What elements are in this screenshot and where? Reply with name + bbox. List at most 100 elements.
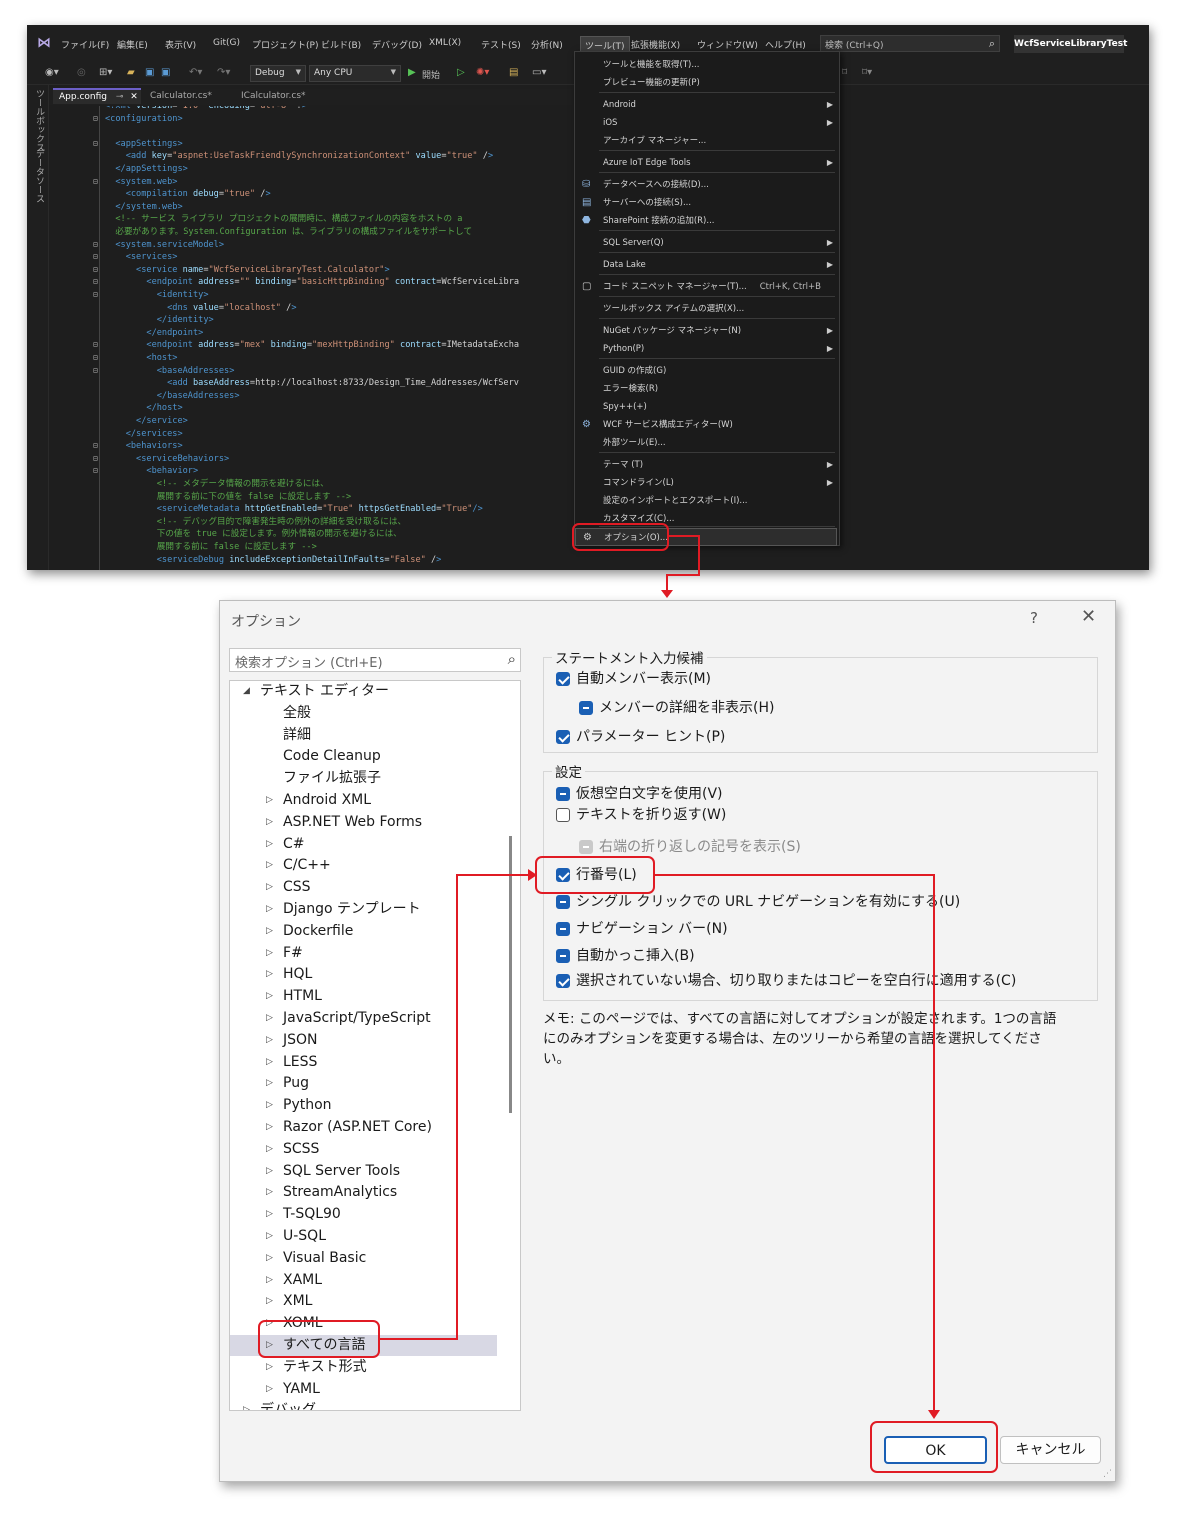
expand-triangle-icon[interactable]: ▷ (266, 1073, 273, 1094)
tools-menu-item[interactable]: コマンドライン(L) ▶ (575, 474, 839, 492)
hot-reload-icon[interactable]: ✺▾ (476, 67, 489, 78)
help-icon[interactable]: ? (1030, 609, 1038, 627)
tree-item-language[interactable]: ▷ XML (266, 1291, 312, 1312)
expand-triangle-icon[interactable]: ▷ (243, 1400, 250, 1410)
checkbox-indeterminate[interactable] (556, 895, 570, 909)
browser-link-icon[interactable]: ▤ (509, 67, 518, 78)
new-item-icon[interactable]: ⊞▾ (99, 67, 112, 78)
fold-toggle-icon[interactable]: ⊟ (93, 276, 98, 289)
tools-menu-item[interactable]: ▢ コード スニペット マネージャー(T)... Ctrl+K, Ctrl+B (575, 278, 839, 296)
cancel-button[interactable]: キャンセル (1000, 1436, 1101, 1464)
tools-menu-item[interactable]: アーカイブ マネージャー... (575, 132, 839, 150)
fold-toggle-icon[interactable]: ⊟ (93, 289, 98, 302)
menu-item[interactable]: 編集(E) (117, 38, 148, 51)
solution-config-select[interactable]: Debug ▼ (250, 65, 306, 82)
tree-item-language[interactable]: ▷ JSON (266, 1030, 318, 1051)
tools-menu-item[interactable]: GUID の作成(G) (575, 362, 839, 380)
tree-item-language[interactable]: ▷ SCSS (266, 1139, 319, 1160)
checkbox-indeterminate[interactable] (556, 949, 570, 963)
fold-toggle-icon[interactable]: ⊟ (93, 339, 98, 352)
fold-toggle-icon[interactable]: ⊟ (93, 239, 98, 252)
tools-menu-item[interactable]: Azure IoT Edge Tools ▶ (575, 154, 839, 172)
expand-triangle-icon[interactable]: ▷ (266, 1248, 273, 1269)
tree-item[interactable]: Code Cleanup (283, 746, 381, 767)
tree-item-language[interactable]: ▷ Python (266, 1095, 332, 1116)
expand-triangle-icon[interactable]: ▷ (266, 812, 273, 833)
option-checkbox[interactable]: 選択されていない場合、切り取りまたはコピーを空白行に適用する(C) (556, 971, 1016, 991)
tree-item-language[interactable]: ▷ Visual Basic (266, 1248, 366, 1269)
tree-item-language[interactable]: ▷ Dockerfile (266, 921, 353, 942)
save-all-icon[interactable]: ▣ (161, 67, 170, 78)
menu-item[interactable]: 分析(N) (531, 38, 563, 51)
start-button[interactable]: 開始 (422, 68, 440, 81)
menu-item[interactable]: 表示(V) (165, 38, 196, 51)
expand-triangle-icon[interactable]: ▷ (266, 1117, 273, 1138)
fold-toggle-icon[interactable]: ⊟ (93, 251, 98, 264)
undo-icon[interactable]: ↶▾ (189, 67, 202, 78)
checkbox-on[interactable] (556, 672, 570, 686)
tree-item-language[interactable]: ▷ HTML (266, 986, 322, 1007)
back-icon[interactable]: ◉▾ (45, 67, 59, 78)
expand-triangle-icon[interactable]: ▷ (266, 1204, 273, 1225)
tree-item-language[interactable]: ▷ CSS (266, 877, 311, 898)
pin-icon[interactable]: ⊸ (116, 92, 124, 102)
tree-item-text-editor[interactable]: ◢ テキスト エディター (243, 681, 389, 702)
tools-menu-item[interactable]: SQL Server(Q) ▶ (575, 234, 839, 252)
expanded-triangle-icon[interactable]: ◢ (243, 681, 250, 702)
start-without-debug-icon[interactable]: ▷ (457, 67, 465, 78)
tree-item-debug[interactable]: ▷ デバッグ (243, 1400, 316, 1410)
expand-triangle-icon[interactable]: ▷ (266, 1052, 273, 1073)
side-tab-toolbox[interactable]: ツールボックス (33, 89, 46, 152)
tree-item-language[interactable]: ▷ F# (266, 943, 303, 964)
code-editor[interactable]: <?xml version="1.0" encoding="utf-8" ?> ⊟… (49, 106, 579, 570)
tree-item-language[interactable]: ▷ U-SQL (266, 1226, 326, 1247)
expand-triangle-icon[interactable]: ▷ (266, 943, 273, 964)
option-checkbox[interactable]: パラメーター ヒント(P) (556, 727, 725, 747)
bookmark-next-icon[interactable]: ⌑▾ (862, 67, 872, 78)
tree-item-language[interactable]: ▷ SQL Server Tools (266, 1161, 400, 1182)
menu-item[interactable]: プロジェクト(P) (252, 38, 318, 51)
fold-toggle-icon[interactable]: ⊟ (93, 352, 98, 365)
tree-item-language[interactable]: ▷ Android XML (266, 790, 371, 811)
tree-item-language[interactable]: ▷ C/C++ (266, 855, 331, 876)
tools-menu-item[interactable]: ツールボックス アイテムの選択(X)... (575, 300, 839, 318)
expand-triangle-icon[interactable]: ▷ (266, 1139, 273, 1160)
side-tab-datasource[interactable]: データソース (33, 149, 46, 203)
expand-triangle-icon[interactable]: ▷ (266, 877, 273, 898)
menu-item[interactable]: Git(G) (213, 38, 240, 48)
tools-menu-item[interactable]: 外部ツール(E)... (575, 434, 839, 452)
checkbox-indeterminate[interactable] (556, 787, 570, 801)
expand-triangle-icon[interactable]: ▷ (266, 855, 273, 876)
tools-menu-item[interactable]: ⛁ データベースへの接続(D)... (575, 176, 839, 194)
tree-item[interactable]: 詳細 (283, 725, 311, 746)
option-checkbox[interactable]: シングル クリックでの URL ナビゲーションを有効にする(U) (556, 892, 960, 912)
resize-grip-icon[interactable]: ⋰ (1103, 1469, 1112, 1479)
option-checkbox[interactable]: 自動メンバー表示(M) (556, 669, 711, 689)
redo-icon[interactable]: ↷▾ (217, 67, 230, 78)
menu-item[interactable]: ヘルプ(H) (765, 38, 806, 51)
fold-toggle-icon[interactable]: ⊟ (93, 440, 98, 453)
save-icon[interactable]: ▣ (145, 67, 154, 78)
checkbox-indeterminate[interactable] (556, 922, 570, 936)
tools-menu-item[interactable]: エラー検索(R) (575, 380, 839, 398)
menu-item[interactable]: ビルド(B) (321, 38, 361, 51)
close-icon[interactable]: ✕ (1081, 606, 1096, 627)
checkbox-off[interactable] (556, 808, 570, 822)
tools-menu-item[interactable]: Data Lake ▶ (575, 256, 839, 274)
expand-triangle-icon[interactable]: ▷ (266, 1291, 273, 1312)
expand-triangle-icon[interactable]: ▷ (266, 921, 273, 942)
start-debug-icon[interactable]: ▶ (408, 67, 416, 78)
tools-menu-item[interactable]: Android ▶ (575, 96, 839, 114)
forward-icon[interactable]: ◎ (77, 67, 86, 78)
checkbox-on[interactable] (556, 730, 570, 744)
tree-item[interactable]: ファイル拡張子 (283, 768, 381, 789)
tree-item-language[interactable]: ▷ HQL (266, 964, 312, 985)
tools-menu-item[interactable]: 設定のインポートとエクスポート(I)... (575, 492, 839, 510)
tools-menu-item[interactable]: ▤ サーバーへの接続(S)... (575, 194, 839, 212)
option-checkbox[interactable]: メンバーの詳細を非表示(H) (579, 698, 774, 718)
layout-icon[interactable]: ▭▾ (532, 67, 546, 78)
tree-item[interactable]: 全般 (283, 703, 311, 724)
tree-item-language[interactable]: ▷ ASP.NET Web Forms (266, 812, 422, 833)
menu-item[interactable]: ファイル(F) (61, 38, 109, 51)
expand-triangle-icon[interactable]: ▷ (266, 1008, 273, 1029)
